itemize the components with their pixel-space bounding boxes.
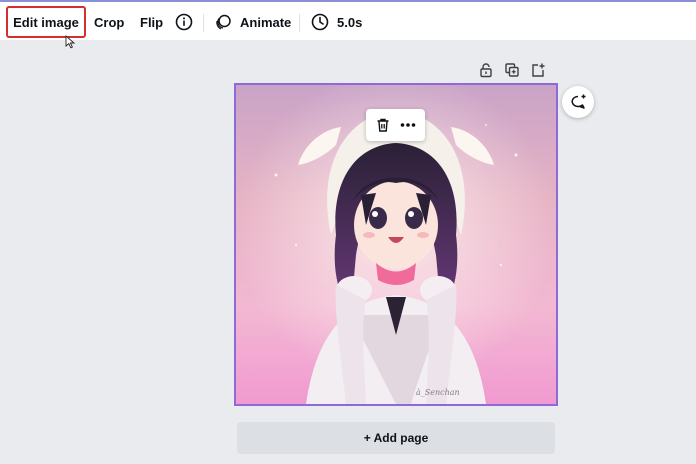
comment-button[interactable] bbox=[562, 86, 594, 118]
page-tools bbox=[478, 62, 546, 78]
info-icon bbox=[175, 13, 193, 31]
duration-button[interactable]: 5.0s bbox=[311, 6, 362, 38]
toolbar-divider bbox=[203, 14, 204, 32]
duplicate-icon[interactable] bbox=[504, 62, 520, 78]
toolbar-divider bbox=[299, 14, 300, 32]
duration-label: 5.0s bbox=[337, 14, 363, 30]
more-icon[interactable] bbox=[400, 122, 416, 128]
crop-button[interactable]: Crop bbox=[94, 6, 124, 38]
top-toolbar: Edit image Crop Flip Animate 5.0s bbox=[0, 0, 696, 40]
edit-image-button[interactable]: Edit image bbox=[6, 6, 86, 38]
mouse-pointer-icon bbox=[65, 35, 77, 54]
animate-label: Animate bbox=[240, 14, 292, 30]
artwork-signature: à_Senchan bbox=[416, 388, 460, 397]
lock-icon[interactable] bbox=[478, 62, 494, 78]
animate-icon bbox=[214, 13, 232, 31]
flip-label: Flip bbox=[140, 14, 164, 30]
animate-button[interactable]: Animate bbox=[214, 6, 291, 38]
element-toolbar bbox=[366, 109, 425, 141]
timer-icon bbox=[311, 13, 329, 31]
comment-icon bbox=[569, 93, 587, 111]
crop-label: Crop bbox=[94, 14, 125, 30]
add-page-icon[interactable] bbox=[530, 62, 546, 78]
edit-image-label: Edit image bbox=[13, 14, 79, 30]
trash-icon[interactable] bbox=[375, 117, 391, 133]
flip-button[interactable]: Flip bbox=[140, 6, 163, 38]
add-page-button[interactable]: + Add page bbox=[237, 422, 555, 454]
info-button[interactable] bbox=[175, 6, 193, 38]
add-page-label: + Add page bbox=[363, 431, 429, 445]
